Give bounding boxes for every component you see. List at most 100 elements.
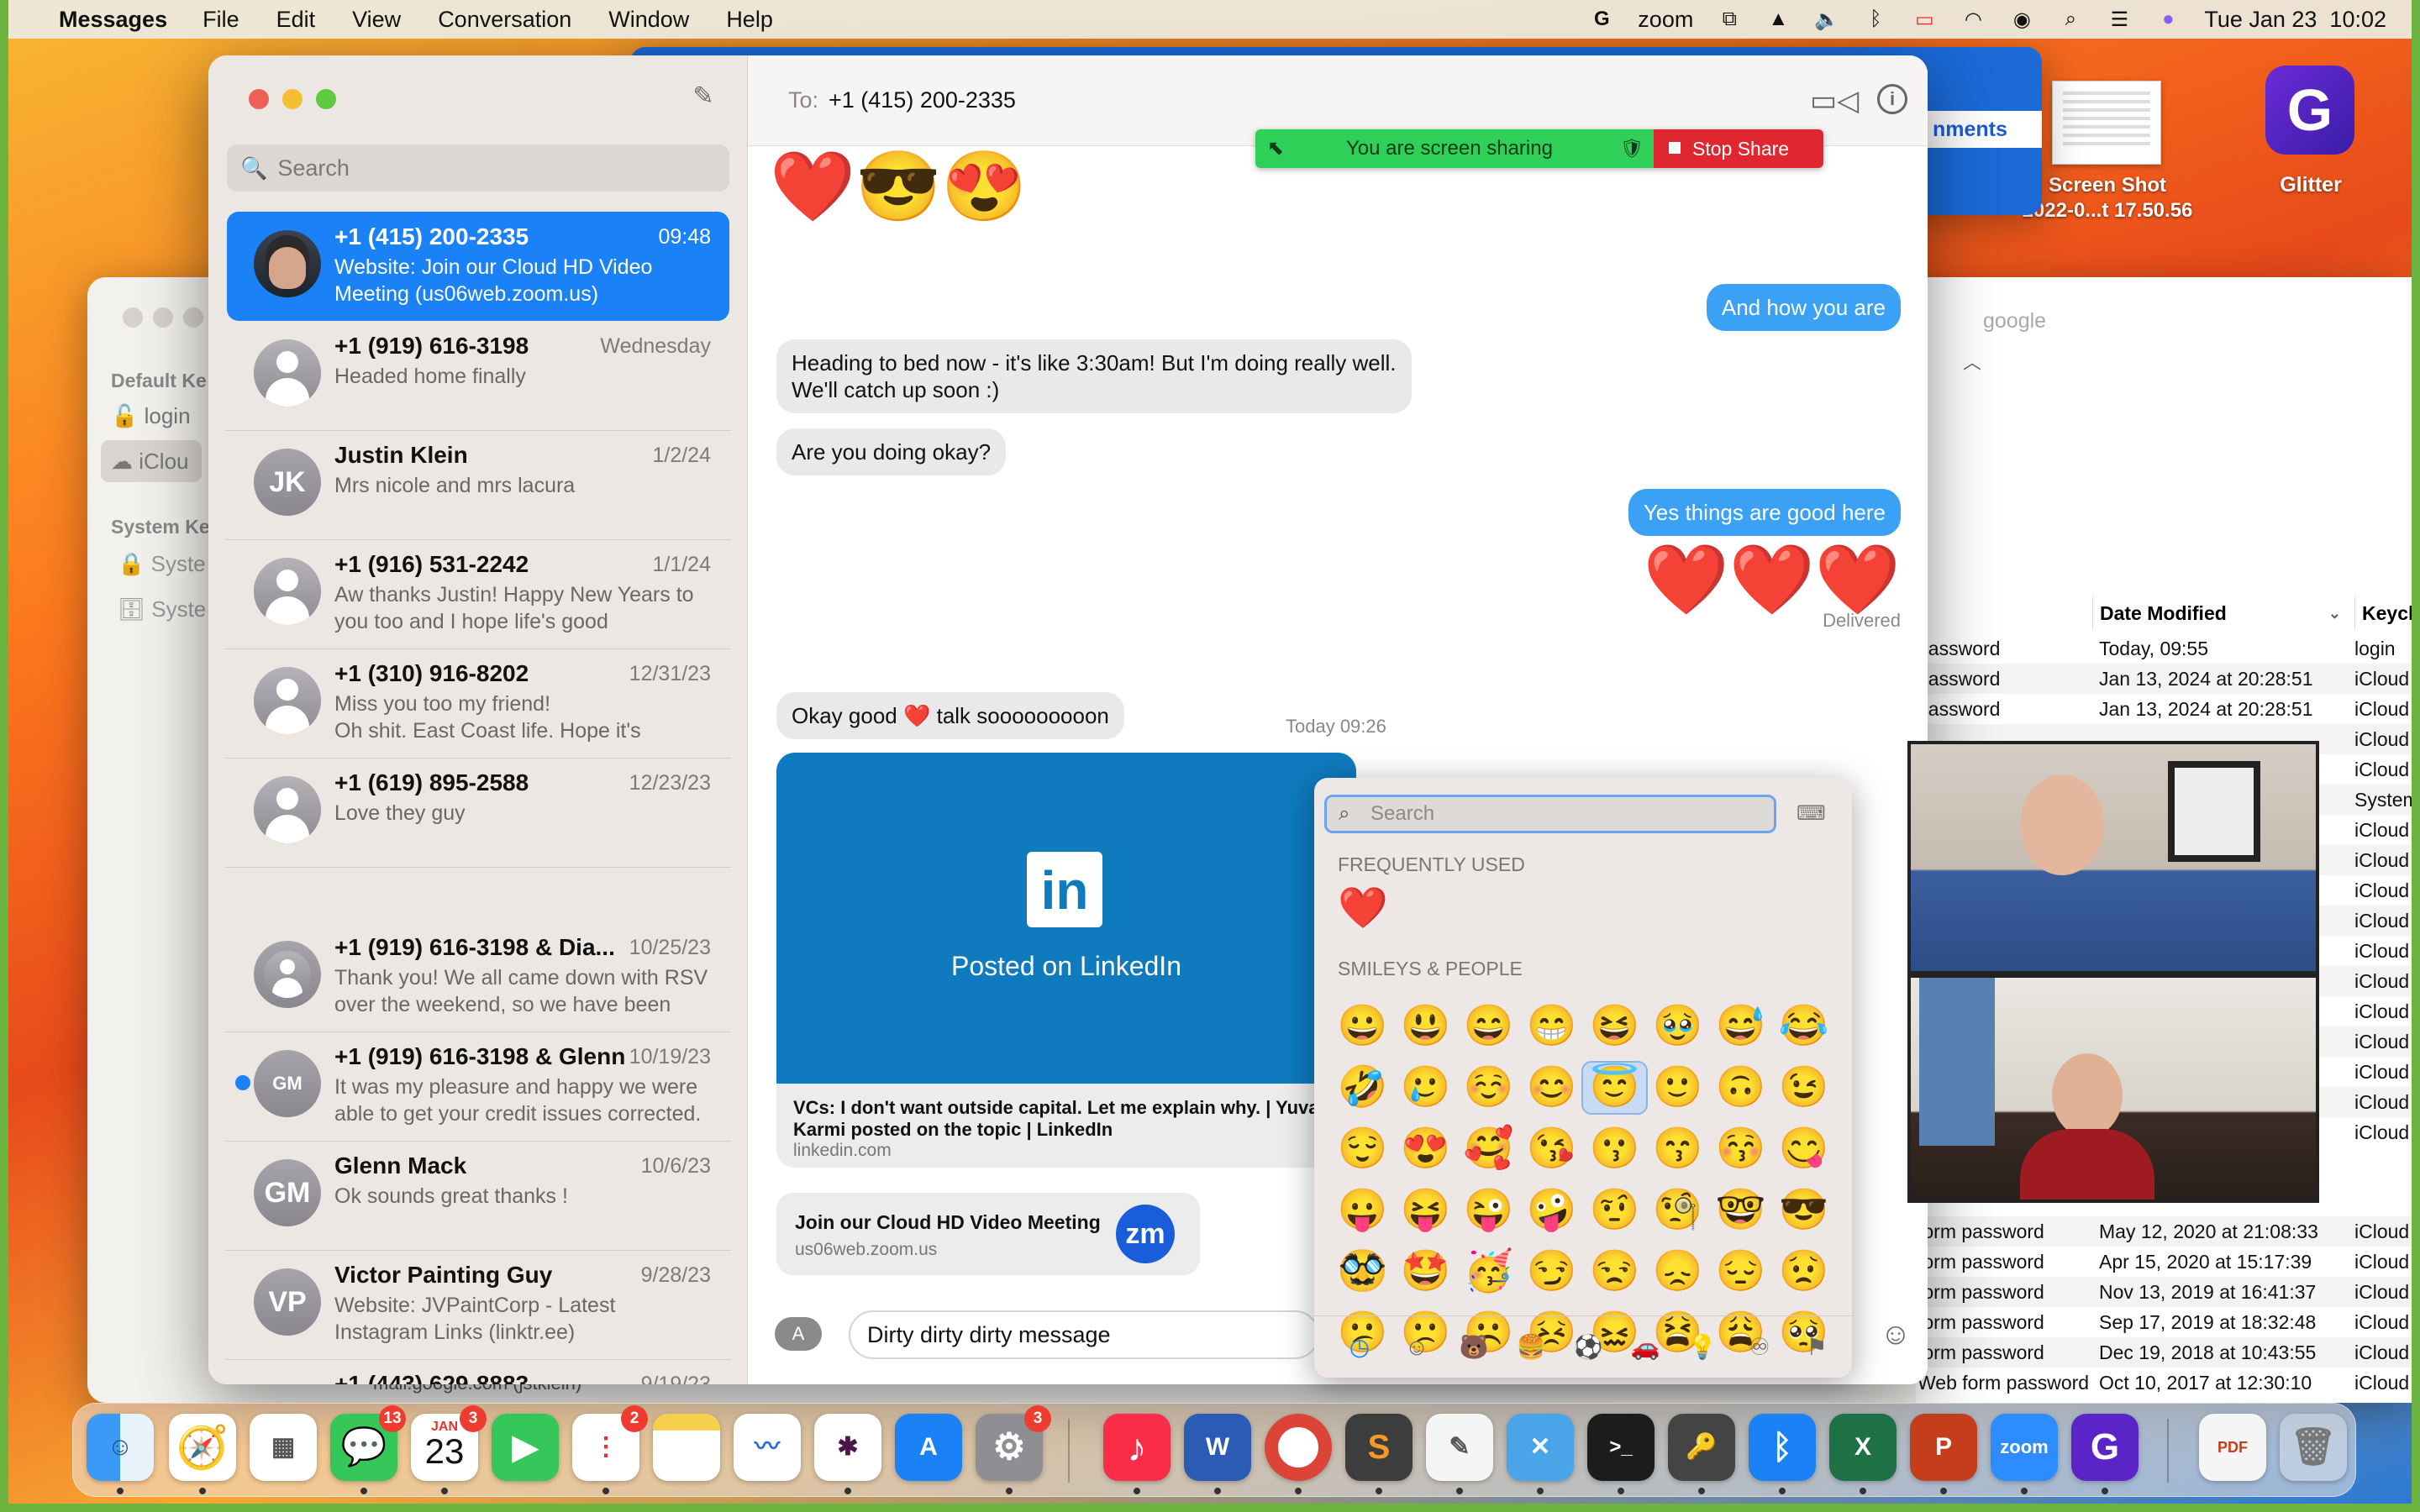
keychain-login-item[interactable]: 🔓 login — [111, 403, 191, 429]
emoji[interactable]: 😋 — [1772, 1124, 1835, 1174]
close-window-button[interactable] — [249, 89, 269, 109]
emoji[interactable]: 😀 — [1331, 1001, 1394, 1052]
xcode-tools-icon[interactable]: ✕ — [1507, 1414, 1574, 1481]
emoji[interactable]: 🧐 — [1646, 1185, 1709, 1236]
user-icon[interactable]: ◉ — [2009, 8, 2034, 31]
food-icon[interactable]: 🍔 — [1502, 1333, 1560, 1361]
flag-icon[interactable]: ⚑ — [1788, 1333, 1845, 1361]
keychain-system-item-1[interactable]: 🔒 Syste — [118, 551, 206, 577]
emoji[interactable]: 🥰 — [1457, 1124, 1520, 1174]
keychain-row[interactable]: form password Dec 19, 2018 at 10:43:55 iCl… — [1916, 1337, 2412, 1368]
emoji[interactable]: 🥹 — [1646, 1001, 1709, 1052]
facetime-icon[interactable]: ▶ — [492, 1414, 559, 1481]
chrome-icon[interactable] — [1265, 1414, 1332, 1481]
trash-icon[interactable]: 🗑 — [2280, 1414, 2347, 1481]
safari-icon[interactable]: 🧭 — [169, 1414, 236, 1481]
screen-record-icon[interactable]: ▲ — [1765, 8, 1791, 30]
share-status[interactable]: ⬉ You are screen sharing 🛡 — [1255, 129, 1654, 168]
keychain-row[interactable]: form password Sep 17, 2019 at 18:32:48 iCl… — [1916, 1307, 2412, 1337]
emoji[interactable]: 😟 — [1772, 1247, 1835, 1297]
emoji[interactable]: 😂 — [1772, 1001, 1835, 1052]
recipient[interactable]: +1 (415) 200-2335 — [829, 87, 1016, 113]
finder-icon[interactable]: ☺ — [87, 1414, 154, 1481]
app-store-icon[interactable]: A — [895, 1414, 962, 1481]
keyboard-icon[interactable]: ⌨ — [1797, 801, 1827, 825]
emoji[interactable]: ❤️ — [1331, 884, 1396, 934]
emoji-button-icon[interactable]: ☺ — [1877, 1315, 1914, 1352]
emoji[interactable]: 🤩 — [1394, 1247, 1457, 1297]
travel-icon[interactable]: 🚗 — [1617, 1333, 1674, 1361]
emoji[interactable]: 😇 — [1581, 1061, 1648, 1115]
glitter-app-icon[interactable]: G — [2265, 66, 2354, 155]
emoji-search-input[interactable]: ⌕ Search — [1324, 795, 1776, 833]
messages-dock-icon[interactable]: 💬 13 — [330, 1405, 406, 1481]
emoji[interactable]: 🥸 — [1331, 1247, 1394, 1297]
siri-icon[interactable]: ● — [2155, 8, 2181, 30]
smiley-icon[interactable]: ☺ — [1388, 1334, 1445, 1361]
bluetooth-status-icon[interactable]: ᛒ — [1863, 8, 1888, 30]
reminders-icon[interactable]: ⋮ 2 — [572, 1405, 648, 1481]
emoji[interactable]: 😉 — [1772, 1063, 1835, 1113]
zoom-link-preview[interactable]: Join our Cloud HD Video Meeting us06web.… — [776, 1193, 1200, 1275]
menu-file[interactable]: File — [203, 7, 239, 33]
activity-icon[interactable]: ⚽ — [1560, 1333, 1617, 1361]
stop-share-button[interactable]: Stop Share — [1654, 129, 1823, 168]
emoji[interactable]: 😙 — [1646, 1124, 1709, 1174]
keychain-row[interactable]: Web form password Oct 10, 2017 at 12:30:1… — [1916, 1368, 2412, 1398]
emoji[interactable]: 😜 — [1457, 1185, 1520, 1236]
background-tab[interactable]: nments — [1916, 111, 2042, 148]
keychain-system-item-2[interactable]: 🗄 Syste — [118, 596, 206, 622]
sublime-icon[interactable]: S — [1345, 1414, 1413, 1481]
message-input[interactable]: Dirty dirty dirty message — [849, 1310, 1319, 1359]
minimize-window-button[interactable] — [282, 89, 302, 109]
conversation-item[interactable]: +1 (919) 616-3198 Wednesday Headed home … — [227, 321, 729, 430]
screenshot-file-icon[interactable] — [2052, 81, 2161, 165]
menu-datetime[interactable]: Tue Jan 23 10:02 — [2204, 7, 2386, 33]
emoji[interactable]: 🥲 — [1394, 1063, 1457, 1113]
emoji[interactable]: 😝 — [1394, 1185, 1457, 1236]
keychain-row[interactable]: password Today, 09:55 login — [1916, 633, 2412, 664]
zoom-window-button[interactable] — [316, 89, 336, 109]
conversation-item[interactable]: +1 (310) 916-8202 12/31/23 Miss you too … — [227, 648, 729, 758]
slack-icon[interactable]: ✱ — [814, 1414, 881, 1481]
emoji[interactable]: 😗 — [1583, 1124, 1646, 1174]
launchpad-icon[interactable]: ▦ — [250, 1414, 317, 1481]
menu-app-name[interactable]: Messages — [59, 7, 167, 33]
video-tile-self[interactable] — [1907, 974, 2319, 1203]
video-tile-remote[interactable] — [1907, 741, 2319, 974]
word-icon[interactable]: W — [1184, 1414, 1251, 1481]
emoji[interactable]: ☺️ — [1457, 1063, 1520, 1113]
conversation-item[interactable]: +1 (443) 629-8883 9/19/23 — [227, 1359, 729, 1384]
terminal-icon[interactable]: >_ — [1587, 1414, 1655, 1481]
spotlight-search-icon[interactable]: ⌕ — [2058, 8, 2083, 30]
emoji[interactable]: 🤨 — [1583, 1185, 1646, 1236]
emoji[interactable]: 😚 — [1709, 1124, 1772, 1174]
calendar-icon[interactable]: JAN 23 3 — [411, 1405, 487, 1481]
menu-window[interactable]: Window — [608, 7, 689, 33]
emoji[interactable]: 😛 — [1331, 1185, 1394, 1236]
emoji[interactable]: 😍 — [1394, 1124, 1457, 1174]
animal-icon[interactable]: 🐻 — [1445, 1333, 1502, 1361]
pdf-document-icon[interactable]: PDF — [2199, 1414, 2266, 1481]
control-center-icon[interactable]: ☰ — [2107, 8, 2132, 31]
emoji[interactable]: 🙃 — [1709, 1063, 1772, 1113]
emoji[interactable]: 😊 — [1520, 1063, 1583, 1113]
wifi-icon[interactable]: ◠ — [1960, 8, 1986, 31]
column-header-keychain[interactable]: Keycha — [2354, 596, 2412, 630]
excel-icon[interactable]: X — [1829, 1414, 1897, 1481]
keychain-row[interactable]: password Jan 13, 2024 at 20:28:51 iCloud — [1916, 664, 2412, 694]
emoji[interactable]: 😅 — [1709, 1001, 1772, 1052]
emoji[interactable]: 😞 — [1646, 1247, 1709, 1297]
volume-icon[interactable]: 🔈 — [1814, 8, 1839, 31]
info-icon[interactable]: i — [1877, 84, 1907, 114]
menu-conversation[interactable]: Conversation — [438, 7, 571, 33]
system-settings-icon[interactable]: ⚙ 3 — [976, 1405, 1051, 1481]
chevron-up-icon[interactable]: ︿ — [1963, 348, 1981, 375]
emoji[interactable]: 🤓 — [1709, 1185, 1772, 1236]
menu-view[interactable]: View — [352, 7, 401, 33]
emoji[interactable]: 😁 — [1520, 1001, 1583, 1052]
clock-icon[interactable]: ◷ — [1331, 1333, 1388, 1361]
emoji[interactable]: 😔 — [1709, 1247, 1772, 1297]
glitter-dock-icon[interactable]: G — [2071, 1414, 2139, 1481]
compose-icon[interactable]: ✎ — [689, 82, 718, 111]
